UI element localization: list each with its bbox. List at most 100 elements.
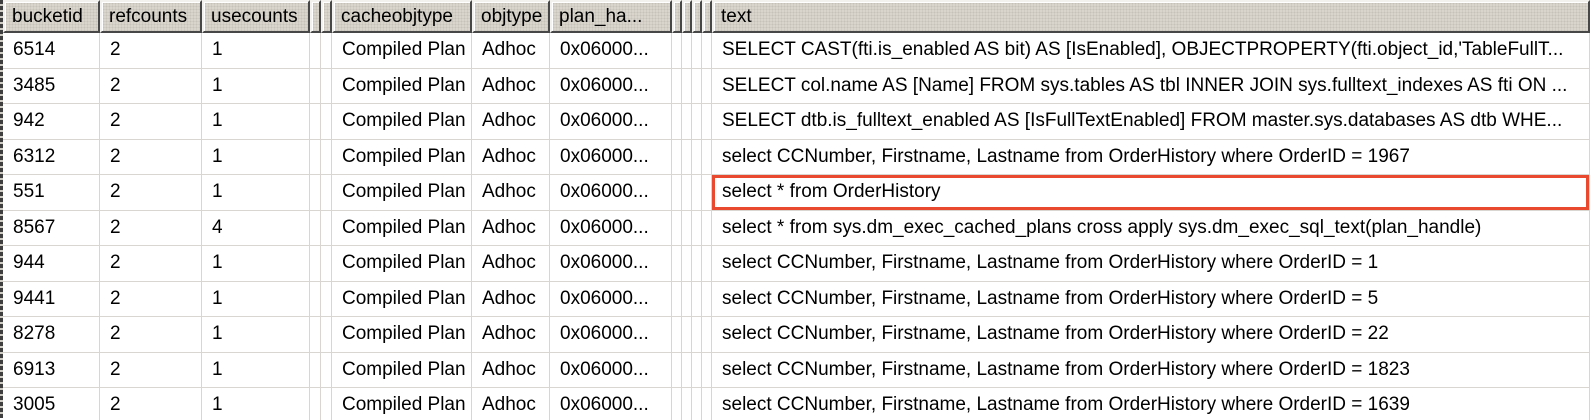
spacer-cell[interactable] xyxy=(321,33,332,68)
cell-plan_handle[interactable]: 0x06000... xyxy=(550,211,672,246)
cell-plan_handle[interactable]: 0x06000... xyxy=(550,353,672,388)
highlighted-cell-text[interactable]: select * from OrderHistory xyxy=(712,175,1590,210)
cell-usecounts[interactable]: 4 xyxy=(202,211,310,246)
spacer-cell[interactable] xyxy=(682,175,692,210)
cell-cacheobjtype[interactable]: Compiled Plan xyxy=(332,317,472,352)
spacer-cell[interactable] xyxy=(321,388,332,420)
spacer-cell[interactable] xyxy=(702,282,712,317)
column-header-objtype[interactable]: objtype xyxy=(472,0,550,33)
spacer-cell[interactable] xyxy=(692,246,702,281)
cell-bucketid[interactable]: 8567 xyxy=(3,211,100,246)
spacer-cell[interactable] xyxy=(310,104,321,139)
spacer-cell[interactable] xyxy=(682,317,692,352)
cell-refcounts[interactable]: 2 xyxy=(100,317,202,352)
cell-refcounts[interactable]: 2 xyxy=(100,104,202,139)
spacer-cell[interactable] xyxy=(692,282,702,317)
column-header-plan-handle[interactable]: plan_ha... xyxy=(550,0,672,33)
cell-objtype[interactable]: Adhoc xyxy=(472,69,550,104)
column-header-refcounts[interactable]: refcounts xyxy=(100,0,202,33)
cell-usecounts[interactable]: 1 xyxy=(202,69,310,104)
column-header-spacer[interactable] xyxy=(672,0,682,33)
cell-cacheobjtype[interactable]: Compiled Plan xyxy=(332,140,472,175)
spacer-cell[interactable] xyxy=(682,388,692,420)
cell-cacheobjtype[interactable]: Compiled Plan xyxy=(332,388,472,420)
cell-bucketid[interactable]: 944 xyxy=(3,246,100,281)
cell-bucketid[interactable]: 6913 xyxy=(3,353,100,388)
spacer-cell[interactable] xyxy=(310,175,321,210)
cell-refcounts[interactable]: 2 xyxy=(100,211,202,246)
cell-plan_handle[interactable]: 0x06000... xyxy=(550,388,672,420)
spacer-cell[interactable] xyxy=(682,211,692,246)
cell-plan_handle[interactable]: 0x06000... xyxy=(550,69,672,104)
spacer-cell[interactable] xyxy=(321,282,332,317)
spacer-cell[interactable] xyxy=(702,211,712,246)
cell-usecounts[interactable]: 1 xyxy=(202,282,310,317)
cell-text[interactable]: select CCNumber, Firstname, Lastname fro… xyxy=(712,353,1590,388)
cell-plan_handle[interactable]: 0x06000... xyxy=(550,282,672,317)
spacer-cell[interactable] xyxy=(672,211,682,246)
spacer-cell[interactable] xyxy=(310,246,321,281)
column-header-usecounts[interactable]: usecounts xyxy=(202,0,310,33)
spacer-cell[interactable] xyxy=(702,246,712,281)
cell-objtype[interactable]: Adhoc xyxy=(472,388,550,420)
cell-refcounts[interactable]: 2 xyxy=(100,388,202,420)
cell-bucketid[interactable]: 9441 xyxy=(3,282,100,317)
cell-refcounts[interactable]: 2 xyxy=(100,282,202,317)
spacer-cell[interactable] xyxy=(692,317,702,352)
spacer-cell[interactable] xyxy=(672,104,682,139)
cell-text[interactable]: select * from sys.dm_exec_cached_plans c… xyxy=(712,211,1590,246)
spacer-cell[interactable] xyxy=(310,33,321,68)
cell-bucketid[interactable]: 3485 xyxy=(3,69,100,104)
cell-usecounts[interactable]: 1 xyxy=(202,353,310,388)
spacer-cell[interactable] xyxy=(321,317,332,352)
cell-plan_handle[interactable]: 0x06000... xyxy=(550,246,672,281)
cell-refcounts[interactable]: 2 xyxy=(100,175,202,210)
spacer-cell[interactable] xyxy=(692,388,702,420)
cell-cacheobjtype[interactable]: Compiled Plan xyxy=(332,211,472,246)
cell-bucketid[interactable]: 942 xyxy=(3,104,100,139)
spacer-cell[interactable] xyxy=(321,69,332,104)
cell-refcounts[interactable]: 2 xyxy=(100,33,202,68)
cell-cacheobjtype[interactable]: Compiled Plan xyxy=(332,353,472,388)
cell-objtype[interactable]: Adhoc xyxy=(472,33,550,68)
cell-refcounts[interactable]: 2 xyxy=(100,353,202,388)
spacer-cell[interactable] xyxy=(310,353,321,388)
cell-cacheobjtype[interactable]: Compiled Plan xyxy=(332,246,472,281)
column-header-bucketid[interactable]: bucketid xyxy=(3,0,100,33)
cell-plan_handle[interactable]: 0x06000... xyxy=(550,140,672,175)
spacer-cell[interactable] xyxy=(702,33,712,68)
cell-text[interactable]: SELECT col.name AS [Name] FROM sys.table… xyxy=(712,69,1590,104)
cell-bucketid[interactable]: 3005 xyxy=(3,388,100,420)
column-header-spacer[interactable] xyxy=(682,0,692,33)
spacer-cell[interactable] xyxy=(310,317,321,352)
spacer-cell[interactable] xyxy=(682,282,692,317)
column-header-spacer[interactable] xyxy=(310,0,321,33)
cell-objtype[interactable]: Adhoc xyxy=(472,175,550,210)
spacer-cell[interactable] xyxy=(310,69,321,104)
cell-text[interactable]: select CCNumber, Firstname, Lastname fro… xyxy=(712,140,1590,175)
spacer-cell[interactable] xyxy=(702,317,712,352)
spacer-cell[interactable] xyxy=(692,33,702,68)
cell-objtype[interactable]: Adhoc xyxy=(472,246,550,281)
spacer-cell[interactable] xyxy=(702,140,712,175)
spacer-cell[interactable] xyxy=(692,69,702,104)
cell-plan_handle[interactable]: 0x06000... xyxy=(550,104,672,139)
cell-usecounts[interactable]: 1 xyxy=(202,140,310,175)
spacer-cell[interactable] xyxy=(702,175,712,210)
cell-cacheobjtype[interactable]: Compiled Plan xyxy=(332,175,472,210)
spacer-cell[interactable] xyxy=(672,33,682,68)
spacer-cell[interactable] xyxy=(702,388,712,420)
cell-objtype[interactable]: Adhoc xyxy=(472,353,550,388)
cell-refcounts[interactable]: 2 xyxy=(100,140,202,175)
cell-usecounts[interactable]: 1 xyxy=(202,388,310,420)
spacer-cell[interactable] xyxy=(321,353,332,388)
spacer-cell[interactable] xyxy=(672,317,682,352)
spacer-cell[interactable] xyxy=(692,104,702,139)
cell-cacheobjtype[interactable]: Compiled Plan xyxy=(332,33,472,68)
cell-usecounts[interactable]: 1 xyxy=(202,175,310,210)
spacer-cell[interactable] xyxy=(310,140,321,175)
spacer-cell[interactable] xyxy=(682,104,692,139)
cell-text[interactable]: select CCNumber, Firstname, Lastname fro… xyxy=(712,246,1590,281)
spacer-cell[interactable] xyxy=(702,69,712,104)
cell-plan_handle[interactable]: 0x06000... xyxy=(550,175,672,210)
